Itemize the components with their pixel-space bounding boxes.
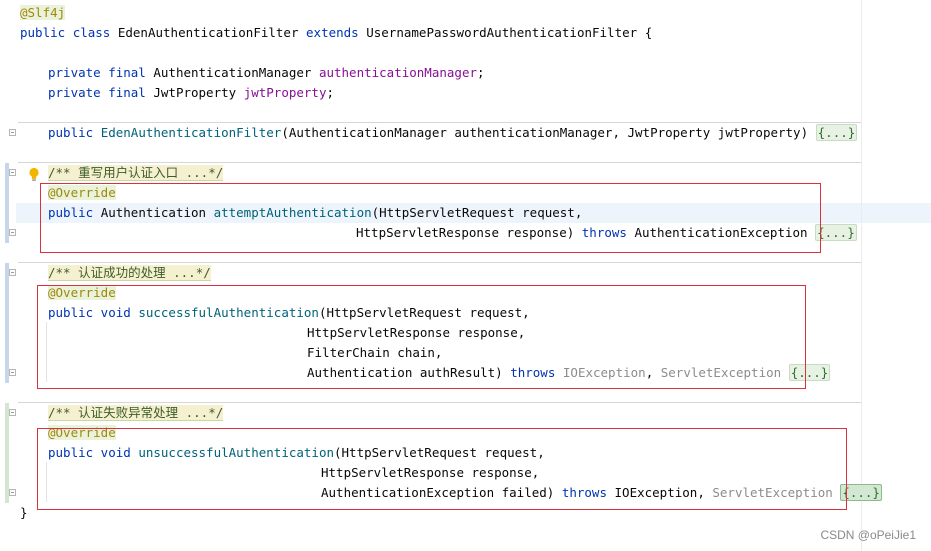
watermark: CSDN @oPeiJie1 bbox=[820, 528, 916, 542]
fold-marker-icon[interactable] bbox=[9, 229, 16, 236]
code-line-field1[interactable]: private final AuthenticationManager auth… bbox=[48, 63, 485, 83]
param-line: HttpServletResponse response, bbox=[321, 465, 540, 480]
keyword-throws: throws bbox=[581, 225, 627, 240]
field-modifiers: private final bbox=[48, 65, 146, 80]
param-line: HttpServletResponse response) bbox=[356, 225, 575, 240]
param-line: (HttpServletRequest request, bbox=[334, 445, 545, 460]
field-modifiers: private final bbox=[48, 85, 146, 100]
code-line-sig3c[interactable]: AuthenticationException failed) throws I… bbox=[321, 483, 882, 503]
code-line-field2[interactable]: private final JwtProperty jwtProperty; bbox=[48, 83, 334, 103]
method-name: successfulAuthentication bbox=[138, 305, 319, 320]
lightbulb-icon[interactable] bbox=[28, 167, 40, 182]
semicolon: ; bbox=[326, 85, 335, 100]
code-line-sig3[interactable]: public void unsuccessfulAuthentication(H… bbox=[48, 443, 545, 463]
param-line: Authentication authResult) bbox=[307, 365, 503, 380]
fold-marker-icon[interactable] bbox=[9, 169, 16, 176]
fold-marker-icon[interactable] bbox=[9, 269, 16, 276]
code-line-doc2[interactable]: /** 认证成功的处理 ...*/ bbox=[48, 263, 211, 283]
fold-marker-icon[interactable] bbox=[9, 409, 16, 416]
code-line-doc1[interactable]: /** 重写用户认证入口 ...*/ bbox=[48, 163, 224, 183]
return-type: Authentication bbox=[100, 205, 207, 220]
exception-type: IOException bbox=[562, 365, 646, 380]
class-name: EdenAuthenticationFilter bbox=[117, 25, 299, 40]
code-line-sig2[interactable]: public void successfulAuthentication(Htt… bbox=[48, 303, 530, 323]
fold-marker-icon[interactable] bbox=[9, 489, 16, 496]
constructor-params: (AuthenticationManager authenticationMan… bbox=[281, 125, 809, 140]
param-line: HttpServletResponse response, bbox=[307, 325, 526, 340]
folded-block[interactable]: {...} bbox=[788, 364, 831, 381]
folded-doc-comment[interactable]: /** 认证成功的处理 ...*/ bbox=[48, 265, 211, 281]
constructor-name: EdenAuthenticationFilter bbox=[100, 125, 282, 140]
method-name: attemptAuthentication bbox=[213, 205, 372, 220]
editor-gutter bbox=[0, 0, 16, 551]
right-margin-guide bbox=[861, 0, 862, 551]
keyword-throws: throws bbox=[510, 365, 556, 380]
code-line-sig2d[interactable]: Authentication authResult) throws IOExce… bbox=[307, 363, 831, 383]
field-type: AuthenticationManager bbox=[153, 65, 312, 80]
annotation-override: @Override bbox=[48, 285, 116, 300]
indent-guide bbox=[46, 462, 47, 502]
folded-block[interactable]: {...} bbox=[815, 124, 858, 141]
code-line-sig2b[interactable]: HttpServletResponse response, bbox=[307, 323, 525, 343]
close-brace: } bbox=[20, 505, 28, 520]
keyword-public-void: public void bbox=[48, 445, 131, 460]
parent-class-name: UsernamePasswordAuthenticationFilter bbox=[366, 25, 638, 40]
exception-type: IOException bbox=[614, 485, 698, 500]
keyword-public-void: public void bbox=[48, 305, 131, 320]
exception-type: ServletException bbox=[712, 485, 833, 500]
fold-marker-icon[interactable] bbox=[9, 369, 16, 376]
code-line-override2[interactable]: @Override bbox=[48, 283, 116, 303]
code-line-2[interactable]: public class EdenAuthenticationFilter ex… bbox=[20, 23, 652, 43]
code-line-sig1[interactable]: public Authentication attemptAuthenticat… bbox=[48, 203, 582, 223]
annotation-override: @Override bbox=[48, 185, 116, 200]
annotation-override: @Override bbox=[48, 425, 116, 440]
keyword-public: public bbox=[20, 25, 66, 40]
code-line-sig1b[interactable]: HttpServletResponse response) throws Aut… bbox=[356, 223, 857, 243]
keyword-extends: extends bbox=[306, 25, 359, 40]
exception-type: ServletException bbox=[660, 365, 782, 380]
code-line-override1[interactable]: @Override bbox=[48, 183, 116, 203]
folded-block[interactable]: {...} bbox=[840, 484, 882, 501]
annotation-slf4j: @Slf4j bbox=[20, 5, 66, 20]
indent-guide bbox=[46, 322, 47, 382]
code-line-doc3[interactable]: /** 认证失败异常处理 ...*/ bbox=[48, 403, 224, 423]
comma: , bbox=[697, 485, 705, 500]
fold-marker-icon[interactable] bbox=[9, 129, 16, 136]
code-line-constructor[interactable]: public EdenAuthenticationFilter(Authenti… bbox=[48, 123, 858, 143]
keyword-class: class bbox=[72, 25, 111, 40]
keyword-public: public bbox=[48, 205, 94, 220]
code-line-1[interactable]: @Slf4j bbox=[20, 3, 66, 23]
method-name: unsuccessfulAuthentication bbox=[138, 445, 334, 460]
param-line: (HttpServletRequest request, bbox=[318, 305, 530, 320]
comma: , bbox=[645, 365, 654, 380]
param-line: AuthenticationException failed) bbox=[321, 485, 555, 500]
code-line-closing[interactable]: } bbox=[20, 503, 28, 523]
vcs-change-marker bbox=[5, 403, 9, 503]
keyword-throws: throws bbox=[561, 485, 607, 500]
open-brace: { bbox=[644, 25, 653, 40]
code-line-override3[interactable]: @Override bbox=[48, 423, 116, 443]
semicolon: ; bbox=[477, 65, 485, 80]
field-type: JwtProperty bbox=[153, 85, 237, 100]
folded-doc-comment[interactable]: /** 重写用户认证入口 ...*/ bbox=[48, 165, 224, 181]
code-line-sig2c[interactable]: FilterChain chain, bbox=[307, 343, 442, 363]
param-line: FilterChain chain, bbox=[307, 345, 443, 360]
folded-block[interactable]: {...} bbox=[815, 224, 857, 241]
field-name: jwtProperty bbox=[243, 85, 327, 100]
exception-type: AuthenticationException bbox=[634, 225, 808, 240]
param-line: (HttpServletRequest request, bbox=[371, 205, 583, 220]
keyword-public: public bbox=[48, 125, 94, 140]
vcs-change-marker bbox=[5, 263, 9, 383]
field-name: authenticationManager bbox=[318, 65, 477, 80]
code-line-sig3b[interactable]: HttpServletResponse response, bbox=[321, 463, 539, 483]
folded-doc-comment[interactable]: /** 认证失败异常处理 ...*/ bbox=[48, 405, 224, 421]
